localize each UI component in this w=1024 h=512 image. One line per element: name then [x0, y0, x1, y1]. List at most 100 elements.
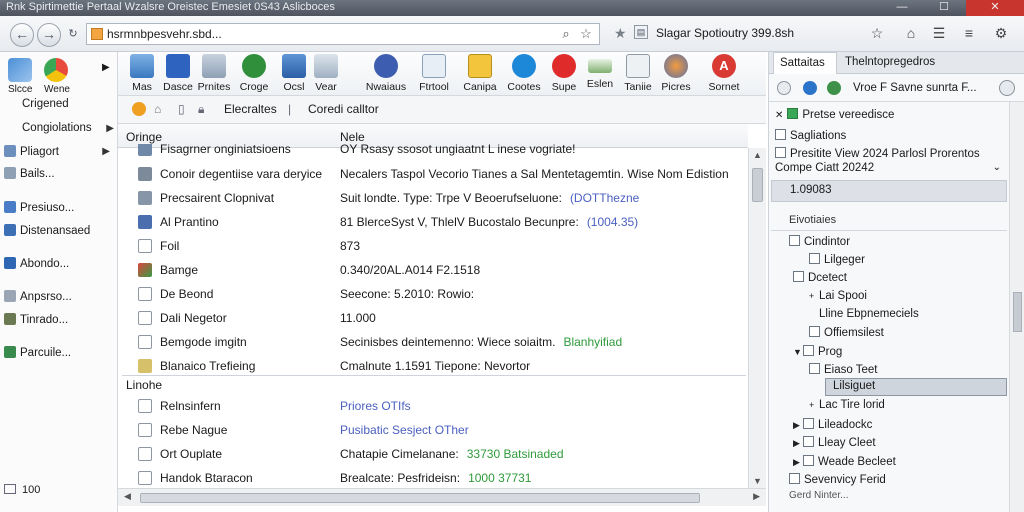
list-vertical-scrollbar[interactable]: ▲ ▼ — [748, 148, 766, 488]
expand-icon[interactable]: + — [809, 291, 819, 301]
home-icon[interactable]: ⌂ — [900, 25, 922, 43]
url-input[interactable] — [107, 26, 547, 42]
tree-item[interactable]: ▼ Prog — [793, 345, 842, 358]
scroll-up-icon[interactable]: ▲ — [753, 150, 762, 160]
tab-sattaitas[interactable]: Sattaitas — [773, 52, 837, 74]
tree-item[interactable]: ▶ Weade Becleet — [793, 455, 896, 468]
right-item[interactable]: ✕ Pretse vereedisce — [775, 108, 894, 121]
back-small-icon[interactable] — [777, 81, 791, 95]
tree-item[interactable]: + Lai Spooi — [809, 290, 867, 302]
shortcut-globe-icon[interactable] — [8, 58, 32, 82]
page-small-icon[interactable]: ▯ — [178, 102, 185, 116]
expand-icon[interactable]: ▶ — [793, 420, 803, 431]
browser-icon[interactable] — [44, 58, 68, 82]
tab-page-icon[interactable]: ▤ — [634, 25, 648, 39]
expand-arrow-icon[interactable]: ▶ — [102, 62, 110, 73]
right-item[interactable]: Compe Ciatt 20242 ⌄ — [775, 162, 1001, 174]
search-icon[interactable]: ⌕ — [557, 26, 575, 42]
list-item[interactable]: Precsairent Clopnivat Suit londte. Type:… — [118, 186, 748, 210]
tree-item[interactable]: Offiemsilest — [809, 326, 884, 339]
star-icon[interactable]: ★ — [614, 25, 627, 42]
toolbar-button-sornet[interactable]: A Sornet — [702, 54, 746, 94]
list-item[interactable]: Conoir degentiise vara deryice Necalers … — [118, 162, 748, 186]
tree-item[interactable]: Cindintor — [789, 235, 850, 248]
refresh-icon[interactable]: ↻ — [64, 26, 82, 44]
elecraltes-button[interactable]: Elecraltes — [224, 102, 277, 116]
list-horizontal-scrollbar[interactable]: ◀ ▶ — [118, 488, 766, 506]
scroll-thumb[interactable] — [140, 493, 700, 503]
tree-item[interactable]: Dcetect — [793, 271, 847, 284]
tree-item[interactable]: + Lac Tire lorid — [809, 399, 885, 411]
sidebar-item-distenansaed[interactable]: Distenansaed — [4, 224, 114, 244]
tree-item-selected[interactable]: Lilsiguet — [833, 380, 875, 392]
settings-gear-icon[interactable] — [132, 102, 146, 119]
minimize-button[interactable]: — — [882, 0, 922, 16]
sidebar-item-congiolations[interactable]: Congiolations ▶ — [22, 122, 118, 142]
selected-value[interactable]: 1.09083 — [771, 180, 1007, 202]
tree-item[interactable]: Lline Ebpnemeciels — [819, 308, 919, 320]
tab-thelntopregedros[interactable]: Thelntopregedros — [839, 52, 1019, 74]
tree-item[interactable]: Sevenvicy Ferid — [789, 473, 886, 486]
right-item[interactable]: Presitite View 2024 Parlosl Prorentos — [775, 147, 980, 160]
scroll-thumb[interactable] — [752, 168, 763, 202]
tree-item[interactable]: Lilgeger — [809, 253, 865, 266]
list-item[interactable]: Rebe Nague Pusibatic Sesject OTher — [118, 418, 748, 442]
column-value-header[interactable]: Nele — [340, 130, 365, 144]
toolbar-button-ftrtool[interactable]: Ftrtool — [412, 54, 456, 94]
menu-icon[interactable]: ≡ — [958, 25, 980, 43]
column-name-header[interactable]: Oringe — [126, 130, 162, 144]
tree-item[interactable]: ▶ Lileadockc — [793, 418, 872, 431]
toolbar-button-picres[interactable]: Picres — [654, 54, 698, 94]
lock-icon[interactable]: 🔒︎ — [198, 102, 204, 117]
toolbar-button-nwaiaus[interactable]: Nwaiaus — [364, 54, 408, 94]
refresh-small-icon[interactable] — [827, 81, 841, 95]
list-item[interactable]: Bamge 0.340/20AL.A014 F2.1518 — [118, 258, 748, 282]
list-item[interactable]: Handok Btaracon Brealcate: Pesfrideisn: 1… — [118, 466, 748, 490]
list-item[interactable]: Ort Ouplate Chatapie Cimelanane: 33730 Ba… — [118, 442, 748, 466]
forward-button[interactable]: → — [37, 23, 61, 47]
expand-icon[interactable]: ▶ — [793, 438, 803, 449]
scroll-right-icon[interactable]: ▶ — [753, 491, 760, 502]
back-button[interactable]: ← — [10, 23, 34, 47]
close-button[interactable]: ✕ — [966, 0, 1024, 16]
toolbar-button-canipa[interactable]: Canipa — [458, 54, 502, 94]
sidebar-item-pliagort[interactable]: Pliagort ▶ — [4, 145, 114, 165]
list-item[interactable]: Relnsinfern Priores OTIfs — [118, 394, 748, 418]
globe-small-icon[interactable] — [803, 81, 817, 95]
list-item[interactable]: Al Prantino 81 BlerceSyst V, ThlelV Buco… — [118, 210, 748, 234]
options-icon[interactable] — [999, 80, 1015, 96]
maximize-button[interactable]: ☐ — [924, 0, 964, 16]
list-item[interactable]: Foil 873 — [118, 234, 748, 258]
scroll-thumb[interactable] — [1013, 292, 1022, 332]
toolbar-button-prnites[interactable]: Prnites — [192, 54, 236, 94]
toolbar-button-vear[interactable]: Vear — [304, 54, 348, 94]
toolbar-button-croge[interactable]: Croge — [232, 54, 276, 94]
expand-icon[interactable]: ▶ — [793, 457, 803, 468]
scroll-left-icon[interactable]: ◀ — [124, 491, 131, 502]
favorite-star-icon[interactable]: ☆ — [577, 26, 595, 42]
home-small-icon[interactable]: ⌂ — [154, 102, 161, 116]
sidebar-item-bails[interactable]: Bails... — [4, 167, 114, 187]
bookmark-icon[interactable]: ☰ — [928, 25, 950, 43]
sidebar-item-tinrado[interactable]: Tinrado... — [4, 313, 114, 333]
right-item[interactable]: Sagliations — [775, 129, 846, 142]
sidebar-item-abondo[interactable]: Abondo... — [4, 257, 114, 277]
sidebar-item-anpsrso[interactable]: Anpsrso... — [4, 290, 114, 310]
list-item[interactable]: Dali Negetor 11.000 — [118, 306, 748, 330]
expand-icon[interactable]: + — [809, 400, 819, 410]
scroll-down-icon[interactable]: ▼ — [753, 476, 762, 486]
tree-item[interactable]: ▶ Lleay Cleet — [793, 436, 876, 449]
tree-item[interactable]: Eiaso Teet — [809, 363, 878, 376]
sidebar-item-presiuso[interactable]: Presiuso... — [4, 201, 114, 221]
collapse-icon[interactable]: ▼ — [793, 347, 803, 357]
gear-icon[interactable]: ⚙ — [990, 25, 1012, 43]
url-box[interactable]: ⌕ ☆ — [86, 23, 600, 45]
toolbar-button-cootes[interactable]: Cootes — [502, 54, 546, 94]
list-item[interactable]: Bemgode imgitn Secinisbes deintemenno: W… — [118, 330, 748, 354]
star-outline-icon[interactable]: ☆ — [866, 25, 888, 43]
sidebar-item-crigened[interactable]: Crigened — [22, 98, 132, 118]
list-item[interactable]: Fisagrner onginiatsioens OY Rsasy ssosot… — [118, 144, 748, 158]
sidebar-item-parcuile[interactable]: Parcuile... — [4, 346, 114, 366]
right-vertical-scrollbar[interactable] — [1009, 102, 1024, 512]
coredi-calltor-button[interactable]: Coredi calltor — [308, 102, 379, 116]
